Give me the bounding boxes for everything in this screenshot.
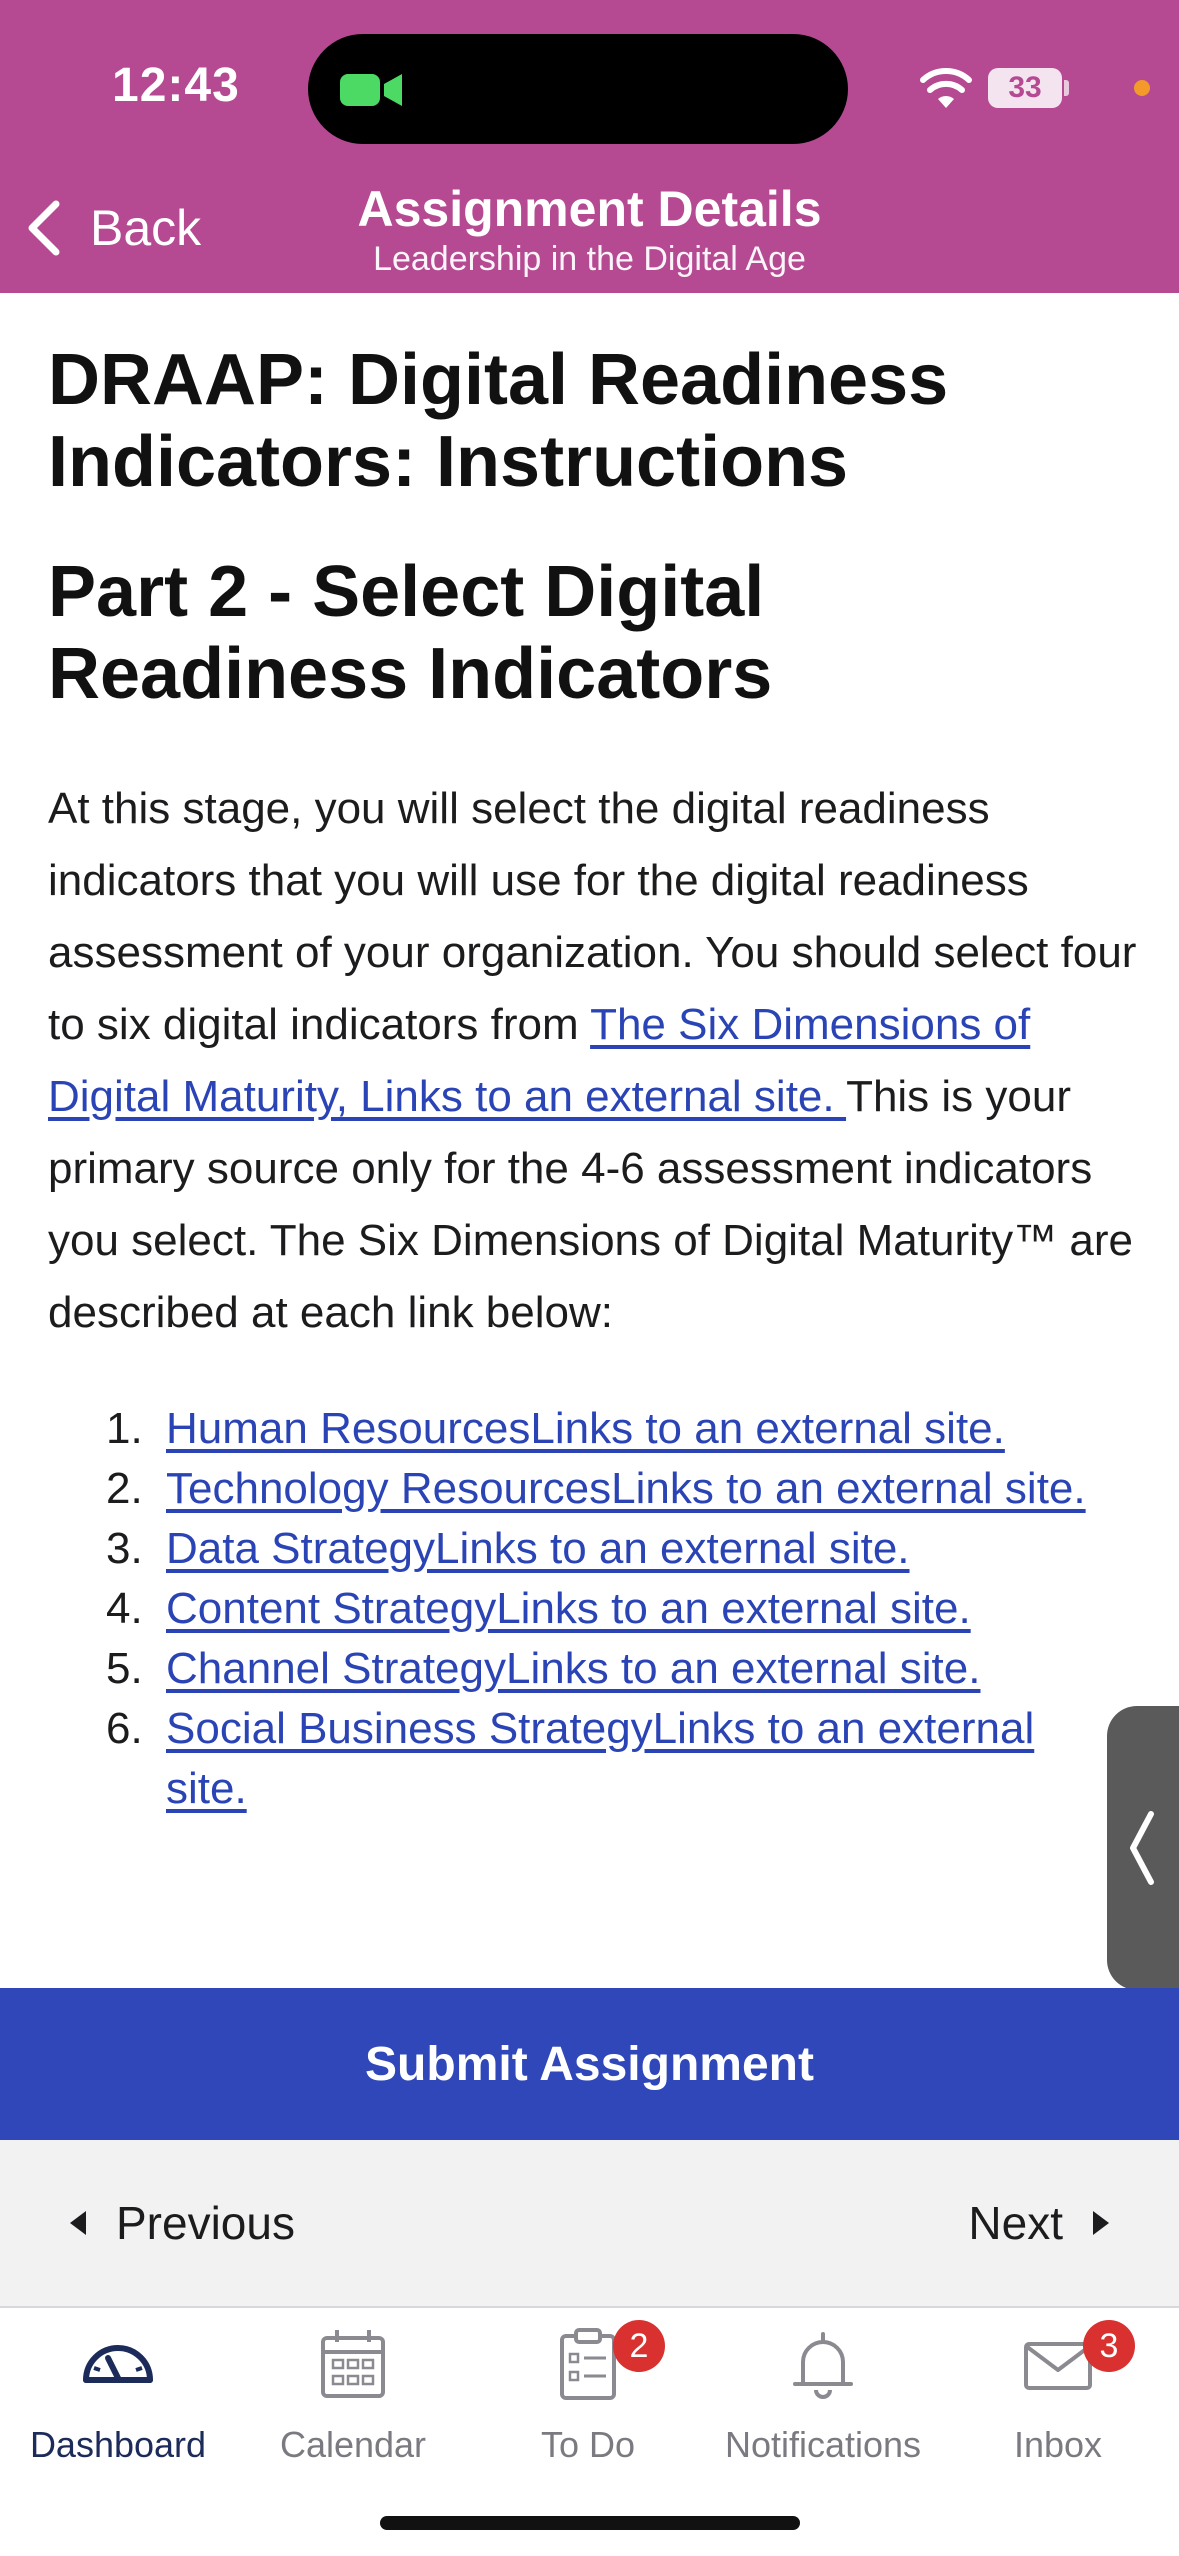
wifi-icon (920, 68, 972, 108)
tab-label: To Do (540, 2424, 636, 2465)
tab-calendar[interactable]: Calendar (238, 2324, 468, 2466)
page-title: DRAAP: Digital Readiness Indicators: Ins… (48, 340, 949, 502)
assignment-pager: Previous Next (0, 2140, 1179, 2308)
video-camera-icon (340, 74, 402, 106)
inbox-badge: 3 (1083, 2320, 1135, 2372)
content-strategy-link[interactable]: Content StrategyLinks to an external sit… (166, 1584, 971, 1633)
list-number: 4. (106, 1584, 143, 1633)
previous-button[interactable]: Previous (70, 2196, 295, 2250)
list-item: 4. Content StrategyLinks to an external s… (106, 1579, 1138, 1639)
tab-todo[interactable]: 2 To Do (473, 2320, 703, 2466)
human-resources-link[interactable]: Human ResourcesLinks to an external site… (166, 1404, 1005, 1453)
nav-title: Assignment Details (357, 181, 822, 237)
channel-strategy-link[interactable]: Channel StrategyLinks to an external sit… (166, 1644, 980, 1693)
previous-label: Previous (116, 2197, 295, 2249)
bell-icon (793, 2332, 853, 2399)
app-header: 12:43 33 Back Assignment Details Leaders… (0, 0, 1179, 293)
instructions-paragraph: At this stage, you will select the digit… (48, 773, 1138, 1349)
list-item: 3. Data StrategyLinks to an external site… (106, 1519, 1138, 1579)
chevron-left-icon (1130, 1811, 1154, 1885)
social-business-strategy-link[interactable]: Social Business StrategyLinks to an exte… (166, 1704, 1034, 1813)
caret-left-icon (70, 2211, 86, 2235)
todo-badge: 2 (613, 2320, 665, 2372)
battery-tip (1064, 80, 1069, 96)
list-item: 2. Technology ResourcesLinks to an extern… (106, 1459, 1138, 1519)
calendar-icon (321, 2330, 385, 2398)
technology-resources-link[interactable]: Technology ResourcesLinks to an external… (166, 1464, 1086, 1513)
battery-indicator: 33 (988, 68, 1062, 108)
status-time: 12:43 (112, 59, 240, 112)
list-item: 6. Social Business StrategyLinks to an ex… (106, 1699, 1138, 1819)
list-number: 1. (106, 1404, 143, 1453)
list-number: 5. (106, 1644, 143, 1693)
side-drawer-handle[interactable] (1107, 1706, 1179, 1990)
next-button[interactable]: Next (968, 2196, 1109, 2250)
list-item: 5. Channel StrategyLinks to an external s… (106, 1639, 1138, 1699)
tab-dashboard[interactable]: Dashboard (3, 2324, 233, 2466)
caret-right-icon (1093, 2211, 1109, 2235)
dynamic-island (308, 34, 848, 144)
submit-assignment-button[interactable]: Submit Assignment (0, 1988, 1179, 2140)
tab-inbox[interactable]: 3 Inbox (943, 2320, 1173, 2466)
tab-label: Notifications (724, 2424, 922, 2465)
list-number: 3. (106, 1524, 143, 1573)
assignment-content: DRAAP: Digital Readiness Indicators: Ins… (48, 293, 1138, 1819)
tab-notifications[interactable]: Notifications (708, 2324, 938, 2466)
list-number: 2. (106, 1464, 143, 1513)
tab-label: Inbox (1013, 2424, 1103, 2465)
part-title: Part 2 - Select Digital Readiness Indica… (48, 552, 773, 714)
tab-label: Dashboard (29, 2424, 207, 2465)
home-indicator (380, 2516, 800, 2530)
data-strategy-link[interactable]: Data StrategyLinks to an external site. (166, 1524, 910, 1573)
next-label: Next (968, 2197, 1063, 2249)
tab-label: Calendar (279, 2424, 427, 2465)
nav-subtitle: Leadership in the Digital Age (373, 240, 806, 278)
privacy-indicator-dot (1134, 80, 1150, 96)
dashboard-icon (83, 2345, 153, 2383)
list-item: 1. Human ResourcesLinks to an external si… (106, 1399, 1138, 1459)
list-number: 6. (106, 1704, 143, 1753)
dimensions-list: 1. Human ResourcesLinks to an external si… (48, 1399, 1138, 1819)
